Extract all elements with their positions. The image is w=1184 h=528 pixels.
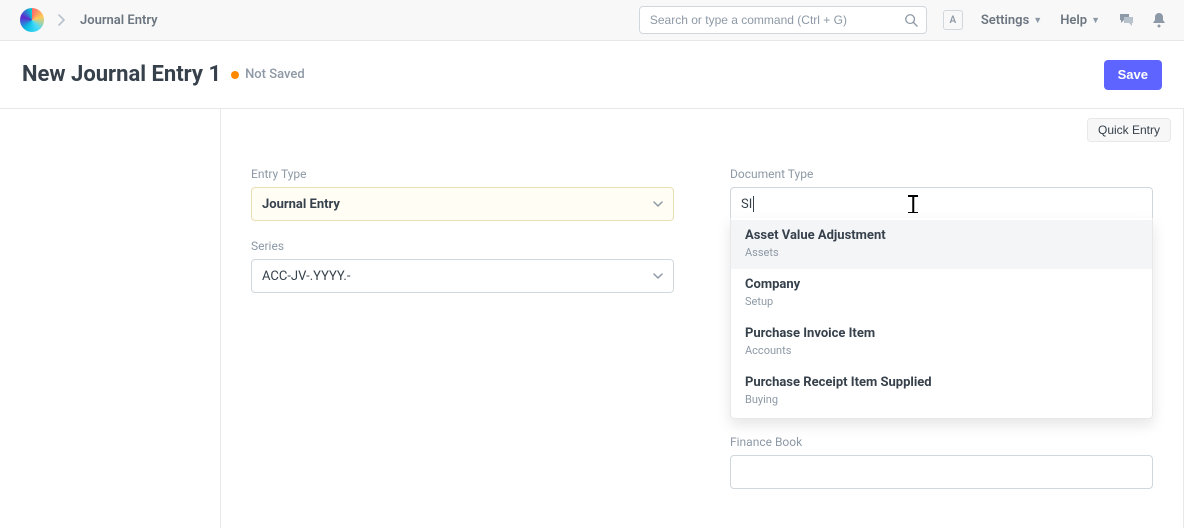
navbar: Journal Entry A Settings ▼ Help ▼ — [0, 0, 1184, 41]
status-dot-icon — [231, 71, 239, 79]
chat-icon[interactable] — [1118, 12, 1134, 28]
entry-type-label: Entry Type — [251, 167, 674, 181]
form-column-right: Document Type SI Asset Value Adju — [730, 167, 1153, 507]
nav-right: A Settings ▼ Help ▼ — [943, 10, 1166, 30]
save-button[interactable]: Save — [1104, 60, 1162, 90]
dropdown-option[interactable]: Company Setup — [731, 269, 1152, 318]
user-avatar[interactable]: A — [943, 10, 963, 30]
finance-book-label: Finance Book — [730, 435, 1153, 449]
caret-down-icon: ▼ — [1033, 15, 1042, 26]
settings-label: Settings — [981, 13, 1029, 28]
option-title: Asset Value Adjustment — [745, 228, 1138, 244]
document-type-label: Document Type — [730, 167, 1153, 181]
field-entry-type: Entry Type Journal Entry — [251, 167, 674, 221]
bell-icon[interactable] — [1152, 12, 1166, 28]
field-document-type: Document Type SI Asset Value Adju — [730, 167, 1153, 221]
search-input[interactable] — [650, 13, 904, 27]
page-title: New Journal Entry 1 — [22, 62, 221, 87]
field-finance-book: Finance Book — [730, 435, 1153, 489]
option-title: Company — [745, 277, 1138, 293]
entry-type-select[interactable]: Journal Entry — [251, 187, 674, 221]
document-type-input[interactable]: SI — [741, 197, 752, 212]
chevron-down-icon — [653, 273, 663, 279]
finance-book-input[interactable] — [730, 455, 1153, 489]
app-logo[interactable] — [20, 8, 44, 32]
left-gutter — [0, 109, 220, 528]
page-body: Quick Entry Entry Type Journal Entry Ser… — [0, 109, 1184, 528]
dropdown-option[interactable]: Purchase Invoice Item Accounts — [731, 318, 1152, 367]
dropdown-option[interactable]: Purchase Receipt Item Supplied Buying — [731, 367, 1152, 416]
status-badge: Not Saved — [231, 67, 305, 82]
search-icon — [904, 13, 918, 27]
option-subtitle: Assets — [745, 246, 1138, 260]
series-select[interactable]: ACC-JV-.YYYY.- — [251, 259, 674, 293]
dropdown-option[interactable]: Asset Value Adjustment Assets — [731, 220, 1152, 269]
entry-type-value: Journal Entry — [262, 197, 340, 212]
option-title: Purchase Invoice Item — [745, 326, 1138, 342]
chevron-down-icon — [653, 201, 663, 207]
series-label: Series — [251, 239, 674, 253]
global-search[interactable] — [639, 6, 927, 34]
option-subtitle: Accounts — [745, 344, 1138, 358]
option-title: Purchase Receipt Item Supplied — [745, 375, 1138, 391]
quick-entry-button[interactable]: Quick Entry — [1087, 118, 1171, 142]
document-type-dropdown: Asset Value Adjustment Assets Company Se… — [730, 218, 1153, 419]
document-type-input-wrapper: SI — [730, 187, 1153, 221]
chevron-right-icon — [58, 14, 66, 26]
text-caret — [753, 196, 754, 212]
option-subtitle: Buying — [745, 393, 1138, 407]
form-column-left: Entry Type Journal Entry Series ACC-JV-.… — [251, 167, 674, 507]
help-menu[interactable]: Help ▼ — [1060, 13, 1100, 28]
help-label: Help — [1060, 13, 1087, 28]
series-value: ACC-JV-.YYYY.- — [262, 269, 350, 284]
settings-menu[interactable]: Settings ▼ — [981, 13, 1042, 28]
field-series: Series ACC-JV-.YYYY.- — [251, 239, 674, 293]
page-header: New Journal Entry 1 Not Saved Save — [0, 41, 1184, 109]
status-label: Not Saved — [245, 67, 305, 82]
breadcrumb-current[interactable]: Journal Entry — [80, 13, 158, 28]
option-subtitle: Setup — [745, 295, 1138, 309]
form-card: Quick Entry Entry Type Journal Entry Ser… — [220, 109, 1184, 528]
caret-down-icon: ▼ — [1091, 15, 1100, 26]
